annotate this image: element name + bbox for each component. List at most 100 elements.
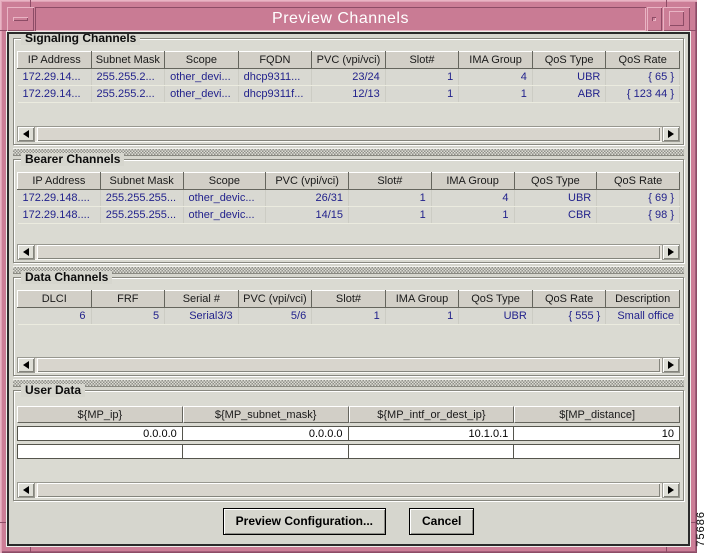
column-header[interactable]: ${MP_subnet_mask} — [182, 406, 349, 423]
table-cell: UBR — [514, 189, 598, 207]
scroll-left-arrow-icon[interactable] — [18, 483, 34, 497]
table-cell[interactable] — [182, 444, 349, 459]
column-header[interactable]: IMA Group — [430, 172, 515, 190]
column-header[interactable]: $[MP_distance] — [514, 406, 680, 423]
table-row[interactable]: 6 5 Serial3/3 5/6 1 1 UBR{ 555 } Small office — [17, 307, 680, 325]
table-row[interactable]: 172.29.14... 255.255.2... other_devi... dhc… — [17, 85, 680, 103]
user-data-section: User Data ${MP_ip} ${MP_subnet_mask} ${MP_… — [13, 384, 684, 501]
table-cell[interactable] — [17, 444, 183, 459]
column-header[interactable]: FQDN — [237, 51, 313, 69]
table-row[interactable]: 172.29.148.... 255.255.255... other_devic.… — [17, 189, 680, 207]
minimize-icon — [652, 17, 656, 21]
table-cell: Serial3/3 — [164, 307, 239, 325]
table-cell: { 555 } — [532, 307, 607, 325]
window-frame-notch — [666, 0, 667, 7]
scrollbar-track[interactable] — [35, 482, 662, 498]
signaling-channels-table: IP Address Subnet Mask Scope FQDN PVC (vpi/v… — [17, 51, 680, 103]
table-cell[interactable] — [514, 444, 680, 459]
table-cell[interactable] — [348, 444, 515, 459]
scroll-right-arrow-icon[interactable] — [663, 483, 679, 497]
column-header[interactable]: Subnet Mask — [90, 51, 166, 69]
column-header[interactable]: ${MP_intf_or_dest_ip} — [348, 406, 515, 423]
bearer-channels-table: IP Address Subnet Mask Scope PVC (vpi/vci) S… — [17, 172, 680, 224]
column-header[interactable]: IMA Group — [458, 51, 533, 69]
column-header[interactable]: PVC (vpi/vci) — [265, 172, 349, 190]
maximize-button[interactable] — [663, 7, 690, 31]
table-cell: 1 — [348, 189, 432, 207]
table-cell: dhcp9311... — [238, 68, 313, 86]
horizontal-scrollbar[interactable] — [17, 244, 680, 260]
table-cell[interactable]: 10 — [514, 426, 680, 441]
horizontal-scrollbar[interactable] — [17, 357, 680, 373]
column-header[interactable]: FRF — [90, 290, 166, 308]
table-cell[interactable]: 10.1.0.1 — [348, 426, 515, 441]
table-cell: 12/13 — [311, 85, 386, 103]
horizontal-scrollbar[interactable] — [17, 482, 680, 498]
table-row[interactable] — [17, 444, 680, 459]
table-cell: other_devi... — [164, 68, 239, 86]
scrollbar-track[interactable] — [35, 357, 662, 373]
column-header[interactable]: QoS Type — [458, 290, 533, 308]
table-cell: 4 — [458, 68, 533, 86]
table-cell: { 69 } — [596, 189, 680, 207]
table-row[interactable]: 172.29.14... 255.255.2... other_devi... dhc… — [17, 68, 680, 86]
column-header[interactable]: QoS Type — [513, 172, 598, 190]
column-header[interactable]: ${MP_ip} — [17, 406, 183, 423]
column-header[interactable]: QoS Rate — [605, 51, 680, 69]
column-header[interactable]: DLCI — [17, 290, 92, 308]
scrollbar-thumb[interactable] — [37, 127, 660, 141]
pane-sash[interactable] — [13, 379, 684, 387]
table-cell: 5/6 — [238, 307, 313, 325]
scrollbar-track[interactable] — [35, 126, 662, 142]
table-cell: ABR — [532, 85, 607, 103]
cancel-button[interactable]: Cancel — [409, 507, 475, 535]
table-cell: 4 — [431, 189, 515, 207]
column-header[interactable]: QoS Rate — [531, 290, 607, 308]
column-header[interactable]: Slot# — [311, 290, 386, 308]
column-header[interactable]: IP Address — [17, 172, 101, 190]
minimize-button[interactable] — [647, 7, 662, 31]
pane-sash[interactable] — [13, 266, 684, 274]
column-header[interactable]: Scope — [182, 172, 267, 190]
table-cell[interactable]: 0.0.0.0 — [17, 426, 183, 441]
scroll-left-arrow-icon[interactable] — [18, 358, 34, 372]
window-frame-notch — [0, 522, 7, 523]
table-row[interactable]: 0.0.0.0 0.0.0.0 10.1.0.1 10 — [17, 426, 680, 441]
column-header[interactable]: Slot# — [384, 51, 460, 69]
preview-configuration-button[interactable]: Preview Configuration... — [222, 507, 386, 535]
column-header[interactable]: PVC (vpi/vci) — [237, 290, 313, 308]
table-cell[interactable]: 0.0.0.0 — [182, 426, 349, 441]
scrollbar-thumb[interactable] — [37, 245, 660, 259]
table-cell: UBR — [532, 68, 607, 86]
column-header[interactable]: IP Address — [17, 51, 92, 69]
scrollbar-thumb[interactable] — [37, 358, 660, 372]
section-title: Data Channels — [21, 271, 113, 284]
scroll-right-arrow-icon[interactable] — [663, 127, 679, 141]
column-header[interactable]: IMA Group — [384, 290, 460, 308]
window-frame-notch — [30, 546, 31, 553]
table-cell: UBR — [458, 307, 533, 325]
table-cell: 14/15 — [265, 206, 349, 224]
column-header[interactable]: QoS Type — [531, 51, 607, 69]
scrollbar-track[interactable] — [35, 244, 662, 260]
user-data-table: ${MP_ip} ${MP_subnet_mask} ${MP_intf_or_de… — [17, 403, 680, 462]
window-menu-dash-icon — [13, 17, 28, 21]
column-header[interactable]: QoS Rate — [596, 172, 680, 190]
scroll-left-arrow-icon[interactable] — [18, 127, 34, 141]
column-header[interactable]: Description — [605, 290, 680, 308]
scroll-right-arrow-icon[interactable] — [663, 358, 679, 372]
column-header[interactable]: Subnet Mask — [99, 172, 184, 190]
scroll-left-arrow-icon[interactable] — [18, 245, 34, 259]
scroll-right-arrow-icon[interactable] — [663, 245, 679, 259]
column-header[interactable]: Serial # — [164, 290, 239, 308]
column-header[interactable]: Slot# — [348, 172, 432, 190]
column-header[interactable]: Scope — [164, 51, 239, 69]
column-header[interactable]: PVC (vpi/vci) — [311, 51, 386, 69]
horizontal-scrollbar[interactable] — [17, 126, 680, 142]
scrollbar-thumb[interactable] — [37, 483, 660, 497]
window-menu-button[interactable] — [7, 7, 34, 31]
table-row[interactable]: 172.29.148.... 255.255.255... other_devic.… — [17, 206, 680, 224]
section-title: Bearer Channels — [21, 153, 125, 166]
table-cell: { 123 44 } — [605, 85, 680, 103]
window-titlebar[interactable]: Preview Channels — [35, 7, 646, 31]
